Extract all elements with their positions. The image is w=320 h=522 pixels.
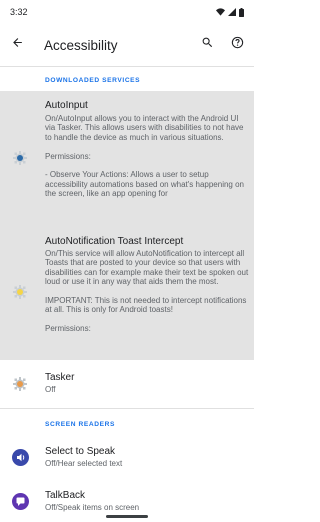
service-autoinput[interactable]: AutoInput On/AutoInput allows you to int… xyxy=(0,91,254,226)
select-to-speak-icon xyxy=(11,448,29,466)
navigation-handle[interactable] xyxy=(106,515,148,518)
service-description: Off xyxy=(45,385,56,394)
back-button[interactable] xyxy=(0,24,34,66)
tasker-icon xyxy=(11,375,29,393)
service-name: AutoNotification Toast Intercept xyxy=(45,236,184,247)
page-title: Accessibility xyxy=(44,37,118,53)
service-tasker[interactable]: Tasker Off xyxy=(0,362,254,408)
app-bar-divider xyxy=(0,66,254,67)
autoinput-icon xyxy=(11,149,29,167)
service-description: Off/Hear selected text xyxy=(45,459,123,468)
signal-icon xyxy=(228,8,236,16)
section-header-downloaded-services: DOWNLOADED SERVICES xyxy=(45,77,141,84)
service-talkback[interactable]: TalkBack Off/Speak items on screen xyxy=(0,478,254,518)
search-button[interactable] xyxy=(192,24,222,66)
service-description: On/This service will allow AutoNotificat… xyxy=(45,249,249,334)
service-name: Select to Speak xyxy=(45,446,116,457)
status-time: 3:32 xyxy=(10,7,28,17)
service-description: Off/Speak items on screen xyxy=(45,503,140,512)
talkback-icon xyxy=(11,492,29,510)
service-select-to-speak[interactable]: Select to Speak Off/Hear selected text xyxy=(0,436,254,478)
status-bar: 3:32 xyxy=(0,0,254,24)
service-autonotification-toast-intercept[interactable]: AutoNotification Toast Intercept On/This… xyxy=(0,226,254,360)
help-icon xyxy=(231,36,244,54)
app-bar: Accessibility xyxy=(0,24,254,66)
help-button[interactable] xyxy=(222,24,252,66)
service-name: TalkBack xyxy=(45,490,86,501)
service-name: AutoInput xyxy=(45,100,88,111)
battery-icon xyxy=(239,7,244,17)
back-arrow-icon xyxy=(11,36,24,54)
section-divider xyxy=(0,408,254,409)
autonotification-icon xyxy=(11,283,29,301)
service-name: Tasker xyxy=(45,372,75,383)
search-icon xyxy=(201,36,214,54)
wifi-icon xyxy=(216,8,225,16)
section-header-screen-readers: SCREEN READERS xyxy=(45,421,115,428)
service-description: On/AutoInput allows you to interact with… xyxy=(45,114,244,199)
